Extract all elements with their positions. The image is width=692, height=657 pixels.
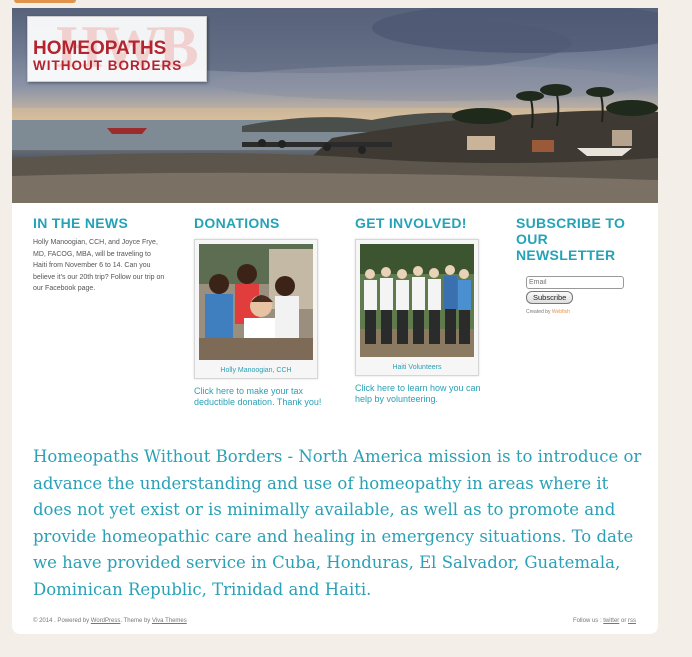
newsletter-section: SUBSCRIBE TO OUR NEWSLETTER Subscribe Cr… xyxy=(516,215,646,315)
subscribe-button[interactable]: Subscribe xyxy=(526,291,574,304)
wordpress-link[interactable]: WordPress xyxy=(91,618,121,624)
donations-section: DONATIONS Holly Manoogian, CCH Click her… xyxy=(194,215,332,408)
page-container: HWB HOMEOPATHS WITHOUT BORDERS IN THE NE… xyxy=(12,8,658,634)
footer-follow: Follow us : twitter or rss xyxy=(573,618,636,624)
involved-photo-frame[interactable]: Haiti Volunteers xyxy=(355,239,479,376)
news-text: Holly Manoogian, CCH, and Joyce Frye, MD… xyxy=(33,239,165,292)
follow-label: Follow us : xyxy=(572,618,602,624)
newsletter-heading: SUBSCRIBE TO OUR NEWSLETTER xyxy=(516,215,626,263)
children-photo xyxy=(199,244,313,360)
footer-credits: © 2014 . Powered by WordPress. Theme by … xyxy=(33,618,187,624)
donate-link[interactable]: Click here to make your tax deductible d… xyxy=(194,386,332,408)
created-by-label: Created by xyxy=(526,309,551,315)
mission-statement: Homeopaths Without Borders - North Ameri… xyxy=(33,447,642,599)
twitter-link[interactable]: twitter xyxy=(603,618,619,624)
donations-heading: DONATIONS xyxy=(194,215,280,231)
email-field[interactable] xyxy=(526,276,624,289)
header-banner: HWB HOMEOPATHS WITHOUT BORDERS xyxy=(12,8,658,203)
rss-link[interactable]: rss xyxy=(628,618,636,624)
logo-title: HOMEOPATHS xyxy=(33,38,167,59)
involved-photo-caption: Haiti Volunteers xyxy=(392,364,442,371)
created-by-credit: Created by Webfish xyxy=(526,309,646,315)
site-logo[interactable]: HWB HOMEOPATHS WITHOUT BORDERS xyxy=(27,14,207,82)
donations-photo-caption: Holly Manoogian, CCH xyxy=(220,367,292,374)
top-tab xyxy=(14,0,76,3)
viva-themes-link[interactable]: Viva Themes xyxy=(152,618,187,624)
or-text: or xyxy=(620,618,627,624)
involved-heading: GET INVOLVED! xyxy=(355,215,467,231)
volunteer-link[interactable]: Click here to learn how you can help by … xyxy=(355,383,495,405)
copyright-text: © 2014 . Powered by xyxy=(33,618,90,624)
involved-section: GET INVOLVED! Haiti Volunteers Click her… xyxy=(355,215,495,405)
logo-subtitle: WITHOUT BORDERS xyxy=(33,58,183,73)
webfish-link[interactable]: Webfish xyxy=(552,309,570,315)
volunteers-photo xyxy=(360,244,474,357)
donations-photo-frame[interactable]: Holly Manoogian, CCH xyxy=(194,239,318,379)
news-section: IN THE NEWS Holly Manoogian, CCH, and Jo… xyxy=(33,215,183,295)
news-heading: IN THE NEWS xyxy=(33,215,129,231)
theme-prefix: . Theme by xyxy=(120,618,151,624)
